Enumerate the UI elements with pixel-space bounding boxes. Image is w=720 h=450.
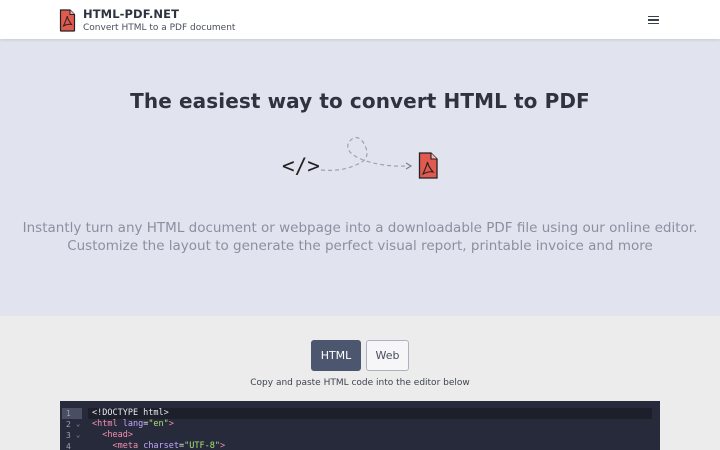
code-line[interactable]: 2 ⌄ <html lang="en"> — [60, 419, 660, 430]
top-navbar: HTML-PDF.NET Convert HTML to a PDF docum… — [0, 0, 720, 39]
dashed-path — [320, 136, 407, 171]
tab-web[interactable]: Web — [366, 340, 409, 371]
code-line[interactable]: 3 ⌄ <head> — [60, 430, 660, 441]
editor-hint: Copy and paste HTML code into the editor… — [250, 378, 470, 388]
hero-description-line-2: Customize the layout to generate the per… — [67, 238, 653, 254]
code-editor[interactable]: 1 <!DOCTYPE html> 2 ⌄ <html lang="en"> 3… — [60, 401, 660, 450]
brand-tagline: Convert HTML to a PDF document — [83, 23, 236, 33]
hero-title: The easiest way to convert HTML to PDF — [130, 89, 590, 113]
hero-section: The easiest way to convert HTML to PDF <… — [0, 39, 720, 316]
fold-chevron-icon[interactable]: ⌄ — [76, 430, 80, 441]
fold-chevron-icon[interactable]: ⌄ — [76, 419, 80, 430]
arrow-head-icon — [405, 162, 413, 170]
pdf-document-icon — [418, 152, 438, 179]
brand[interactable]: HTML-PDF.NET Convert HTML to a PDF docum… — [59, 8, 235, 34]
pdf-file-icon — [59, 9, 76, 32]
code-line[interactable]: 4 <meta charset="UTF-8"> — [60, 441, 660, 450]
brand-name: HTML-PDF.NET — [83, 7, 180, 21]
line-number: 4 — [66, 442, 71, 450]
code-line[interactable]: 1 <!DOCTYPE html> — [60, 408, 660, 419]
hero-description-line-1: Instantly turn any HTML document or webp… — [22, 220, 698, 236]
html-to-pdf-illustration: </> — [282, 136, 438, 179]
hero-description: Instantly turn any HTML document or webp… — [0, 219, 720, 255]
hamburger-menu-icon[interactable] — [644, 11, 662, 29]
code-symbol-icon: </> — [282, 154, 320, 178]
line-number: 1 — [66, 409, 71, 418]
input-mode-tabs: HTML Web — [311, 340, 409, 371]
tab-html[interactable]: HTML — [311, 340, 361, 371]
